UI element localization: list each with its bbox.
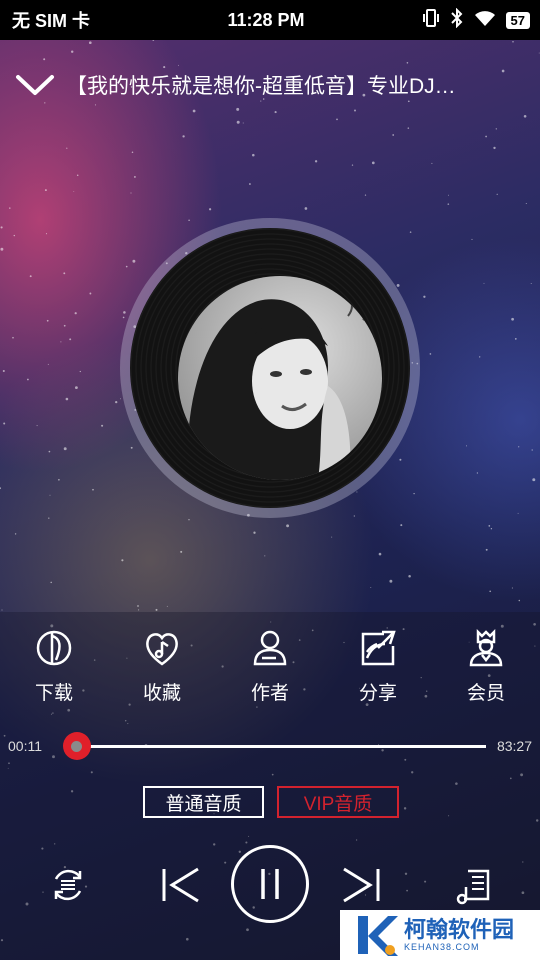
watermark-logo: 柯翰软件园 KEHAN38.COM — [340, 910, 540, 960]
progress-track[interactable] — [64, 745, 486, 748]
previous-button[interactable] — [156, 863, 204, 907]
kehan-logo-icon — [358, 916, 398, 956]
favorite-label: 收藏 — [142, 683, 181, 704]
clock: 11:28 PM — [227, 9, 305, 30]
download-icon — [36, 630, 72, 666]
carrier-label: 无 SIM 卡 — [12, 11, 91, 31]
vip-member-button[interactable]: 会员 — [432, 628, 540, 718]
watermark-title: 柯翰软件园 — [404, 917, 515, 942]
album-cover-photo — [178, 276, 382, 480]
download-button[interactable]: 下载 — [0, 628, 108, 718]
action-bar: 下载 收藏 作者 分享 会员 — [0, 628, 540, 718]
total-time: 83:27 — [496, 738, 532, 754]
wifi-icon — [474, 9, 496, 32]
player-header: 【我的快乐就是想你-超重低音】专业DJ… — [0, 60, 540, 110]
battery-indicator: 57 — [505, 11, 530, 29]
playlist-button[interactable] — [452, 863, 496, 907]
normal-quality-button[interactable]: 普通音质 — [143, 786, 264, 818]
favorite-heart-icon — [146, 633, 178, 666]
vip-member-icon — [469, 628, 503, 667]
status-bar: 无 SIM 卡 11:28 PM 57 — [0, 0, 540, 40]
album-disc — [120, 218, 420, 518]
download-label: 下载 — [34, 683, 73, 704]
author-label: 作者 — [250, 683, 289, 704]
favorite-button[interactable]: 收藏 — [108, 628, 216, 718]
share-button[interactable]: 分享 — [324, 628, 432, 718]
progress-thumb[interactable] — [62, 732, 91, 760]
author-person-icon — [253, 630, 287, 666]
vinyl-record — [130, 228, 410, 508]
watermark-subtitle: KEHAN38.COM — [404, 942, 480, 952]
vip-quality-button[interactable]: VIP音质 — [277, 786, 399, 818]
next-button[interactable] — [338, 863, 386, 907]
play-mode-button[interactable] — [46, 863, 90, 907]
vibrate-icon — [422, 8, 440, 33]
pause-icon — [261, 869, 279, 899]
quality-selector: 普通音质 VIP音质 — [0, 786, 540, 820]
chevron-down-icon — [16, 75, 54, 95]
previous-icon — [162, 867, 199, 903]
current-time: 00:11 — [8, 738, 42, 754]
author-button[interactable]: 作者 — [216, 628, 324, 718]
next-icon — [343, 867, 380, 903]
playlist-icon — [456, 869, 490, 905]
repeat-mode-icon — [54, 869, 82, 901]
collapse-button[interactable] — [10, 60, 60, 110]
pause-button[interactable] — [231, 845, 309, 923]
share-icon — [361, 630, 396, 666]
progress-bar[interactable]: 00:11 83:27 — [0, 730, 540, 762]
song-title: 【我的快乐就是想你-超重低音】专业DJ… — [66, 75, 456, 98]
share-label: 分享 — [358, 683, 397, 704]
bluetooth-icon — [450, 7, 464, 33]
vip-member-label: 会员 — [466, 683, 505, 704]
